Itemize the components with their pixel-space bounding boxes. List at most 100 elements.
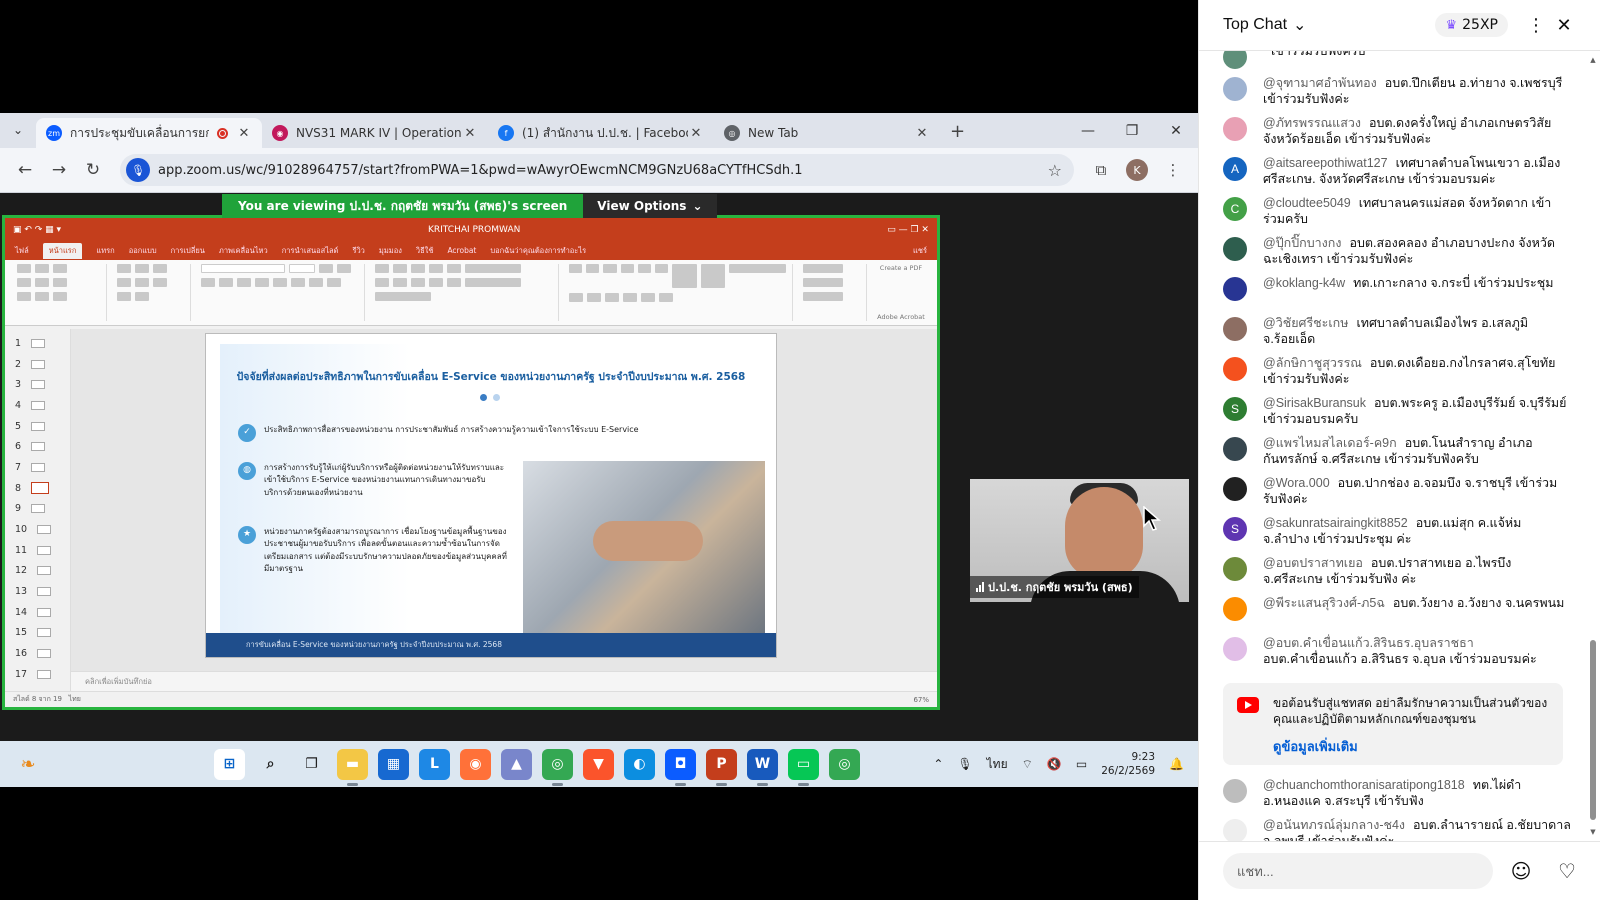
avatar[interactable] — [1223, 437, 1247, 461]
avatar[interactable]: S — [1223, 517, 1247, 541]
close-tab-icon[interactable]: ✕ — [236, 126, 252, 141]
slide-thumb[interactable]: 2 — [5, 354, 70, 375]
slide-thumb[interactable]: 17 — [5, 664, 70, 685]
heart-icon[interactable]: ♡ — [1549, 853, 1585, 889]
bookmark-star-icon[interactable]: ☆ — [1048, 161, 1062, 180]
message-author[interactable]: @อนันทภรณ์ลุ่มกลาง-ช4ง — [1263, 818, 1405, 832]
extensions-icon[interactable]: ⧉ — [1084, 153, 1118, 187]
avatar[interactable] — [1223, 557, 1247, 581]
back-button[interactable]: ← — [8, 153, 42, 187]
message-author[interactable]: @อบตปราสาทเยอ — [1263, 556, 1363, 570]
avatar[interactable] — [1223, 637, 1247, 661]
battery-icon[interactable]: ▭ — [1076, 757, 1087, 771]
slide-thumb[interactable]: 10 — [5, 519, 70, 540]
avatar[interactable] — [1223, 317, 1247, 341]
message-author[interactable]: @SirisakBuransuk — [1263, 396, 1366, 410]
shared-screen[interactable]: ▣ ↶ ↷ ▦ ▾ KRITCHAI PROMWAN ▭ — ❐ ✕ ไฟล์ … — [2, 215, 940, 710]
wifi-icon[interactable]: ⌔ — [1022, 757, 1033, 772]
message-author[interactable]: @ลักษิกาชูสุวรรณ — [1263, 356, 1362, 370]
avatar[interactable] — [1223, 779, 1247, 803]
task-view-icon[interactable]: ❐ — [296, 749, 327, 780]
slide-thumb[interactable]: 9 — [5, 499, 70, 520]
store-icon[interactable]: ▦ — [378, 748, 409, 780]
microphone-icon[interactable]: 🎙 — [957, 757, 972, 771]
new-tab-button[interactable]: + — [950, 121, 965, 142]
message-author[interactable]: @แพรไหมสไลเดอร์-ค9ก — [1263, 436, 1397, 450]
clock[interactable]: 9:23 26/2/2569 — [1101, 750, 1155, 778]
message-author[interactable]: @ปุ๊กปิ๊กบางกง — [1263, 236, 1341, 250]
slide-thumb[interactable]: 16 — [5, 643, 70, 664]
powerpoint-icon[interactable]: P — [706, 748, 737, 786]
chrome-icon[interactable]: ◎ — [542, 748, 573, 786]
message-author[interactable]: @จุฑามาศอำพันทอง — [1263, 76, 1377, 90]
line-icon[interactable]: ▭ — [788, 748, 819, 786]
slide-thumb-selected[interactable]: 8 — [5, 478, 70, 499]
close-icon[interactable]: ✕ — [1550, 15, 1578, 36]
chevron-up-icon[interactable]: ⌃ — [933, 757, 943, 771]
message-author[interactable]: @อบต.คำเขื่อนแก้ว.สิรินธร.อุบลราชธา — [1263, 636, 1474, 650]
brave-icon[interactable]: ▼ — [583, 748, 614, 780]
language-indicator[interactable]: ไทย — [987, 755, 1008, 774]
avatar[interactable] — [1223, 237, 1247, 261]
chat-mode-dropdown[interactable]: Top Chat ⌄ — [1223, 15, 1435, 35]
message-author[interactable]: @วิชัยศรีชะเกษ — [1263, 316, 1348, 330]
message-author[interactable]: @chuanchomthoranisaratipong1818 — [1263, 778, 1465, 792]
avatar[interactable]: S — [1223, 397, 1247, 421]
emoji-icon[interactable]: ☺ — [1503, 853, 1539, 889]
app-icon[interactable]: ▲ — [501, 748, 532, 780]
message-author[interactable]: @sakunratsairaingkit8852 — [1263, 516, 1408, 530]
scroll-down-arrow[interactable]: ▼ — [1589, 828, 1597, 836]
l-app-icon[interactable]: L — [419, 748, 450, 780]
reload-button[interactable]: ↻ — [76, 153, 110, 187]
microphone-permission-icon[interactable]: 🎙 — [126, 158, 150, 182]
message-author[interactable]: @Wora.000 — [1263, 476, 1330, 490]
close-tab-icon[interactable]: ✕ — [688, 126, 704, 141]
avatar[interactable] — [1223, 117, 1247, 141]
xp-badge[interactable]: ♛ 25XP — [1435, 13, 1508, 37]
view-options-button[interactable]: View Options ⌄ — [583, 194, 717, 218]
forward-button[interactable]: → — [42, 153, 76, 187]
volume-muted-icon[interactable]: 🔇 — [1047, 757, 1062, 771]
slide-thumb[interactable]: 6 — [5, 436, 70, 457]
scroll-thumb[interactable] — [1590, 640, 1596, 820]
file-explorer-icon[interactable]: ▬ — [337, 748, 368, 786]
message-author[interactable]: @ภัทรพรรณแสวง — [1263, 116, 1361, 130]
avatar[interactable] — [1223, 357, 1247, 381]
slide-thumb[interactable]: 15 — [5, 623, 70, 644]
avatar[interactable] — [1223, 597, 1247, 621]
chat-scrollbar[interactable]: ▲ ▼ — [1588, 56, 1598, 836]
edge-icon[interactable]: ◐ — [624, 748, 655, 780]
tab-search-button[interactable]: ⌄ — [6, 118, 30, 142]
slide-thumb[interactable]: 14 — [5, 602, 70, 623]
slide-thumb[interactable]: 13 — [5, 581, 70, 602]
widgets-icon[interactable]: ❧ — [14, 750, 42, 778]
notes-pane[interactable]: คลิกเพื่อเพิ่มบันทึกย่อ — [71, 671, 937, 691]
profile-avatar[interactable]: K — [1126, 159, 1148, 181]
avatar[interactable]: A — [1223, 157, 1247, 181]
restore-icon[interactable]: ❐ — [1110, 113, 1154, 148]
zoom-icon[interactable]: ◘ — [665, 748, 696, 786]
avatar[interactable] — [1223, 277, 1247, 301]
minimize-icon[interactable]: — — [1066, 113, 1110, 148]
word-icon[interactable]: W — [747, 748, 778, 786]
slide-thumb[interactable]: 5 — [5, 416, 70, 437]
chrome-profile-icon[interactable]: ◎ — [829, 748, 860, 780]
slide-thumb[interactable]: 3 — [5, 374, 70, 395]
avatar[interactable] — [1223, 77, 1247, 101]
slide-thumb[interactable]: 1 — [5, 333, 70, 354]
chat-input[interactable] — [1223, 853, 1493, 889]
message-author[interactable]: @aitsareepothiwat127 — [1263, 156, 1388, 170]
close-tab-icon[interactable]: ✕ — [462, 126, 478, 141]
participant-video[interactable]: ป.ป.ช. กฤตชัย พรมวัน (สพธ) — [970, 479, 1189, 602]
start-icon[interactable]: ⊞ — [214, 748, 245, 780]
search-icon[interactable]: ⌕ — [255, 749, 286, 780]
message-author[interactable]: @cloudtee5049 — [1263, 196, 1351, 210]
browser-menu-icon[interactable]: ⋮ — [1156, 153, 1190, 187]
avatar[interactable] — [1223, 819, 1247, 841]
notification-bell-icon[interactable]: 🔔 — [1169, 757, 1184, 771]
avatar[interactable] — [1223, 477, 1247, 501]
avatar[interactable] — [1223, 51, 1247, 69]
avatar[interactable]: C — [1223, 197, 1247, 221]
close-window-icon[interactable]: ✕ — [1154, 113, 1198, 148]
slide-thumb[interactable]: 4 — [5, 395, 70, 416]
